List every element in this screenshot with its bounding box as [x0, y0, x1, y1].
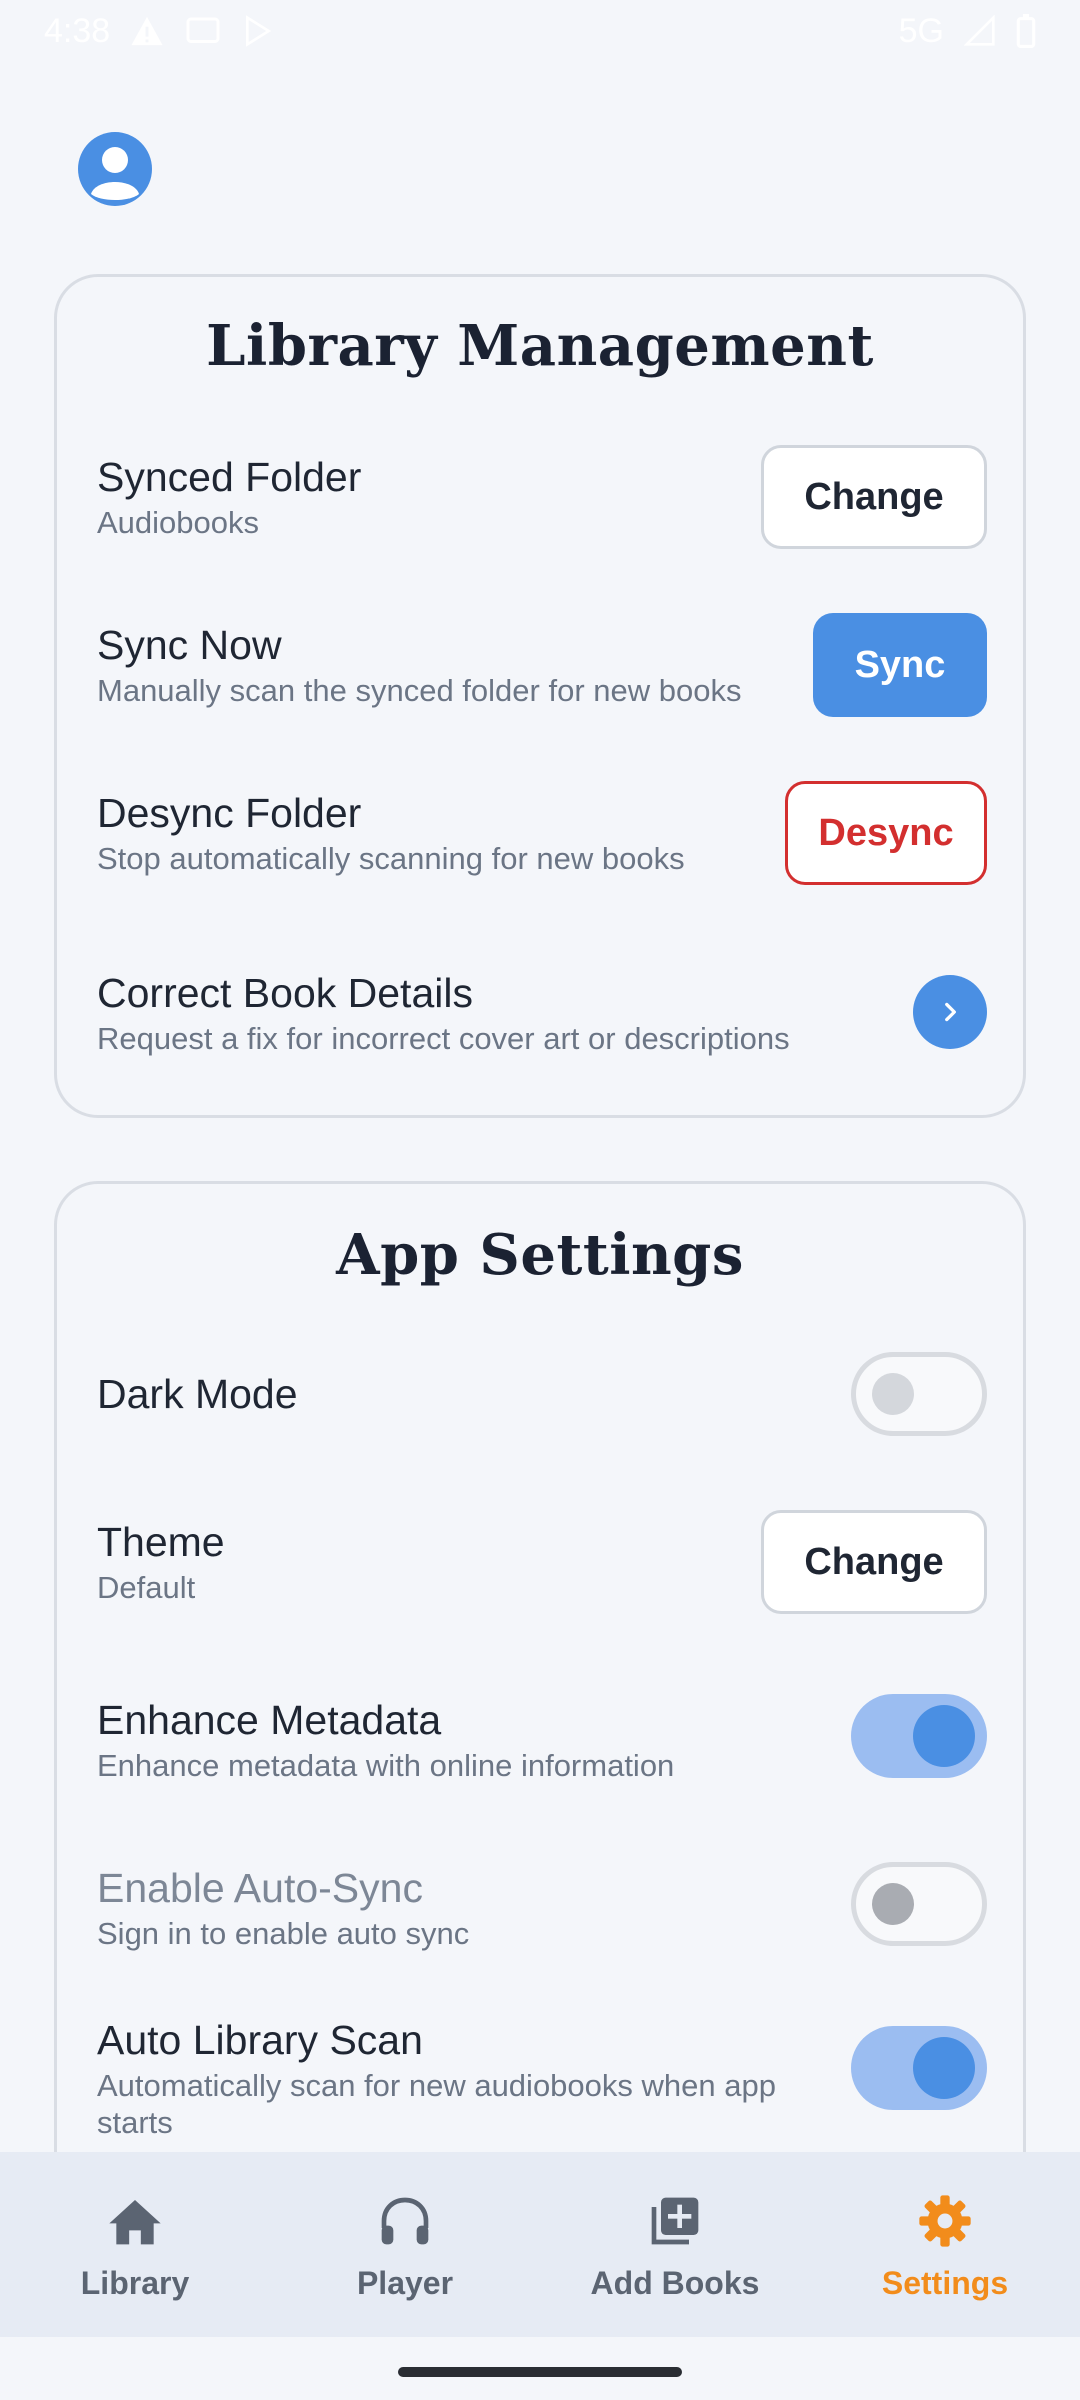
synced-folder-row: Synced Folder Audiobooks Change	[97, 445, 987, 549]
bottom-navigation: Library Player Add Books Settings	[0, 2152, 1080, 2337]
nav-settings[interactable]: Settings	[810, 2152, 1080, 2337]
correct-book-details-description: Request a fix for incorrect cover art or…	[97, 1021, 790, 1057]
desync-button[interactable]: Desync	[785, 781, 987, 885]
sync-button[interactable]: Sync	[813, 613, 987, 717]
correct-book-details-row[interactable]: Correct Book Details Request a fix for i…	[97, 961, 987, 1065]
auto-library-scan-description: Automatically scan for new audiobooks wh…	[97, 2068, 776, 2141]
nav-settings-label: Settings	[881, 2265, 1009, 2301]
library-management-title: Library Management	[206, 313, 874, 379]
auto-sync-toggle[interactable]	[851, 1862, 987, 1946]
home-icon	[105, 2191, 165, 2251]
correct-book-details-title: Correct Book Details	[97, 970, 473, 1016]
cast-icon	[184, 16, 222, 46]
change-theme-button[interactable]: Change	[761, 1510, 987, 1614]
play-store-icon	[242, 15, 274, 47]
dark-mode-row: Dark Mode	[97, 1352, 987, 1436]
theme-row: Theme Default Change	[97, 1510, 987, 1614]
enhance-metadata-row: Enhance Metadata Enhance metadata with o…	[97, 1688, 987, 1792]
nav-player-label: Player	[356, 2265, 454, 2301]
library-management-card: Library Management Synced Folder Audiobo…	[54, 274, 1026, 1118]
nav-library-label: Library	[80, 2265, 190, 2301]
gear-icon	[915, 2191, 975, 2251]
desync-folder-row: Desync Folder Stop automatically scannin…	[97, 781, 987, 885]
nav-library[interactable]: Library	[0, 2152, 270, 2337]
auto-library-scan-toggle[interactable]	[851, 2026, 987, 2110]
enhance-metadata-toggle[interactable]	[851, 1694, 987, 1778]
library-add-icon	[645, 2191, 705, 2251]
headphones-icon	[375, 2191, 435, 2251]
nav-player[interactable]: Player	[270, 2152, 540, 2337]
auto-library-scan-title: Auto Library Scan	[97, 2017, 423, 2063]
system-navigation-bar	[0, 2337, 1080, 2400]
auto-sync-row: Enable Auto-Sync Sign in to enable auto …	[97, 1856, 987, 1960]
status-bar: 4:38 5G	[0, 0, 1080, 62]
nav-add-books[interactable]: Add Books	[540, 2152, 810, 2337]
signal-icon	[964, 15, 996, 47]
status-time: 4:38	[44, 11, 111, 50]
nav-add-books-label: Add Books	[590, 2265, 760, 2301]
account-circle-icon[interactable]	[78, 132, 152, 206]
app-settings-title: App Settings	[336, 1222, 744, 1288]
dark-mode-toggle[interactable]	[851, 1352, 987, 1436]
sync-now-row: Sync Now Manually scan the synced folder…	[97, 613, 987, 717]
chevron-right-icon[interactable]	[913, 975, 987, 1049]
home-indicator[interactable]	[398, 2367, 682, 2377]
network-type: 5G	[898, 11, 944, 50]
alert-icon	[130, 15, 164, 47]
auto-library-scan-row: Auto Library Scan Automatically scan for…	[97, 2006, 987, 2146]
battery-icon	[1016, 14, 1036, 48]
change-folder-button[interactable]: Change	[761, 445, 987, 549]
